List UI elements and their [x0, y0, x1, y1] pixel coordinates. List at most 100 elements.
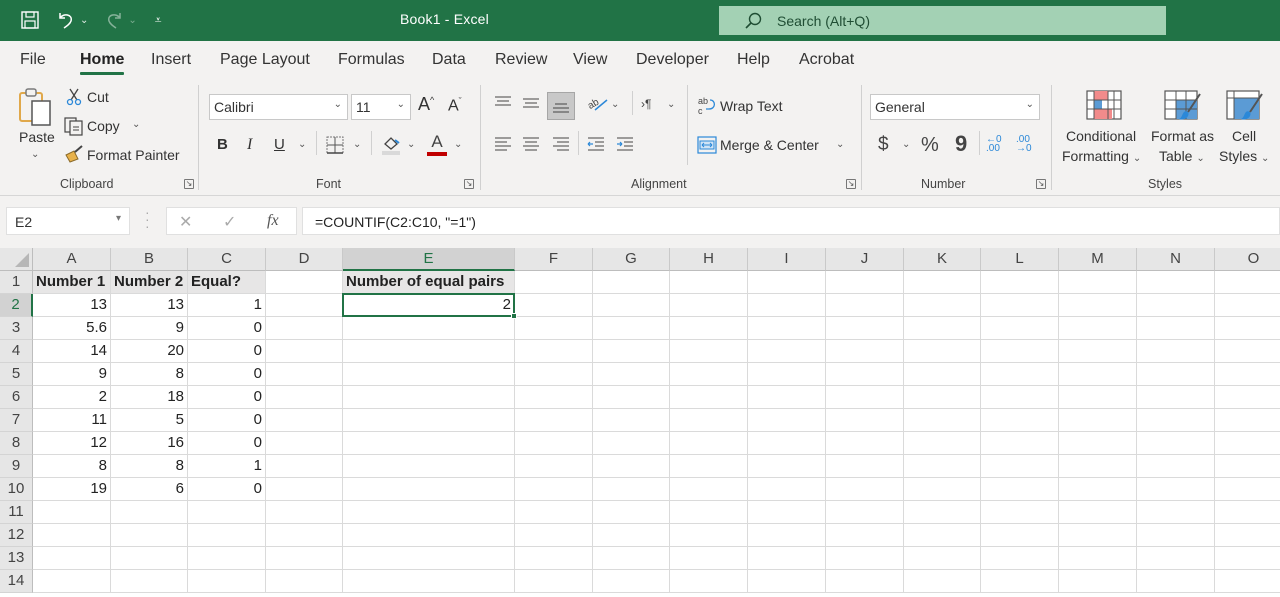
cell-f2[interactable] [515, 294, 593, 317]
cell-c8[interactable]: 0 [188, 432, 266, 455]
percent-button[interactable]: % [921, 134, 939, 157]
cell-o2[interactable] [1215, 294, 1280, 317]
cell-f4[interactable] [515, 340, 593, 363]
cell-d1[interactable] [266, 271, 343, 294]
tab-insert[interactable]: Insert [151, 51, 191, 69]
cell-a1[interactable]: Number 1 [33, 271, 111, 294]
cell-f14[interactable] [515, 570, 593, 593]
cell-m8[interactable] [1059, 432, 1137, 455]
wrap-text-icon[interactable]: ab c [697, 95, 717, 115]
borders-dropdown-icon[interactable]: ⌄ [353, 139, 361, 150]
cell-o4[interactable] [1215, 340, 1280, 363]
format-painter-button[interactable]: Format Painter [87, 147, 180, 163]
cell-k6[interactable] [904, 386, 981, 409]
row-header-9[interactable]: 9 [0, 455, 33, 478]
cell-c11[interactable] [188, 501, 266, 524]
bold-button[interactable]: B [217, 136, 228, 153]
cell-o6[interactable] [1215, 386, 1280, 409]
alignment-launcher-icon[interactable]: ↘ [846, 179, 856, 189]
increase-decimal-icon[interactable]: ←0.00 [986, 135, 1002, 154]
currency-dropdown-icon[interactable]: ⌄ [902, 139, 910, 150]
cell-n8[interactable] [1137, 432, 1215, 455]
cancel-icon[interactable]: ✕ [179, 212, 192, 232]
cell-e12[interactable] [343, 524, 515, 547]
cell-n13[interactable] [1137, 547, 1215, 570]
cell-e14[interactable] [343, 570, 515, 593]
cell-m6[interactable] [1059, 386, 1137, 409]
column-header-k[interactable]: K [904, 248, 981, 271]
cell-k12[interactable] [904, 524, 981, 547]
cell-i1[interactable] [748, 271, 826, 294]
cell-g4[interactable] [593, 340, 670, 363]
cell-h13[interactable] [670, 547, 748, 570]
underline-button[interactable]: U [274, 136, 285, 153]
cell-a6[interactable]: 2 [33, 386, 111, 409]
cell-i3[interactable] [748, 317, 826, 340]
borders-icon[interactable] [325, 135, 345, 155]
conditional-formatting-label-2[interactable]: Formatting ⌄ [1062, 148, 1141, 164]
cell-g6[interactable] [593, 386, 670, 409]
cell-g2[interactable] [593, 294, 670, 317]
cell-m14[interactable] [1059, 570, 1137, 593]
cell-g5[interactable] [593, 363, 670, 386]
cell-g10[interactable] [593, 478, 670, 501]
number-format-select[interactable]: General ⌄ [870, 94, 1040, 120]
row-header-3[interactable]: 3 [0, 317, 33, 340]
cell-j10[interactable] [826, 478, 904, 501]
row-header-12[interactable]: 12 [0, 524, 33, 547]
cell-styles-label-2[interactable]: Styles ⌄ [1219, 148, 1269, 164]
cell-a10[interactable]: 19 [33, 478, 111, 501]
cell-c7[interactable]: 0 [188, 409, 266, 432]
column-header-d[interactable]: D [266, 248, 343, 271]
cell-e3[interactable] [343, 317, 515, 340]
font-name-select[interactable]: Calibri ⌄ [209, 94, 348, 120]
cell-k7[interactable] [904, 409, 981, 432]
search-box[interactable]: Search (Alt+Q) [719, 6, 1166, 35]
cell-e11[interactable] [343, 501, 515, 524]
cell-h4[interactable] [670, 340, 748, 363]
row-header-8[interactable]: 8 [0, 432, 33, 455]
cell-c4[interactable]: 0 [188, 340, 266, 363]
formula-input[interactable]: =COUNTIF(C2:C10, "=1") [302, 207, 1280, 235]
bottom-align-icon[interactable] [547, 92, 575, 120]
column-header-l[interactable]: L [981, 248, 1059, 271]
cell-k11[interactable] [904, 501, 981, 524]
cell-f3[interactable] [515, 317, 593, 340]
cell-m9[interactable] [1059, 455, 1137, 478]
paste-icon[interactable] [18, 87, 54, 127]
cell-a3[interactable]: 5.6 [33, 317, 111, 340]
font-color-dropdown-icon[interactable]: ⌄ [454, 139, 462, 150]
cell-i5[interactable] [748, 363, 826, 386]
fill-color-icon[interactable] [380, 134, 402, 156]
cell-j4[interactable] [826, 340, 904, 363]
cell-b10[interactable]: 6 [111, 478, 188, 501]
cell-l5[interactable] [981, 363, 1059, 386]
cell-g12[interactable] [593, 524, 670, 547]
cell-d5[interactable] [266, 363, 343, 386]
comma-style-button[interactable]: 9 [955, 131, 967, 157]
merge-center-icon[interactable] [697, 136, 717, 154]
cell-h11[interactable] [670, 501, 748, 524]
cell-c10[interactable]: 0 [188, 478, 266, 501]
cell-a12[interactable] [33, 524, 111, 547]
cell-n4[interactable] [1137, 340, 1215, 363]
copy-button[interactable]: Copy [87, 118, 120, 134]
cell-a14[interactable] [33, 570, 111, 593]
cell-n14[interactable] [1137, 570, 1215, 593]
cell-styles-label-1[interactable]: Cell [1232, 128, 1256, 144]
cell-j8[interactable] [826, 432, 904, 455]
orientation-dropdown-icon[interactable]: ⌄ [611, 99, 619, 110]
cell-b5[interactable]: 8 [111, 363, 188, 386]
cell-o13[interactable] [1215, 547, 1280, 570]
number-launcher-icon[interactable]: ↘ [1036, 179, 1046, 189]
cell-m12[interactable] [1059, 524, 1137, 547]
cell-f6[interactable] [515, 386, 593, 409]
cell-b11[interactable] [111, 501, 188, 524]
text-direction-icon[interactable]: ›¶ [641, 97, 651, 111]
cell-k1[interactable] [904, 271, 981, 294]
cell-f9[interactable] [515, 455, 593, 478]
cell-c2[interactable]: 1 [188, 294, 266, 317]
cell-c9[interactable]: 1 [188, 455, 266, 478]
cell-k13[interactable] [904, 547, 981, 570]
cell-a4[interactable]: 14 [33, 340, 111, 363]
